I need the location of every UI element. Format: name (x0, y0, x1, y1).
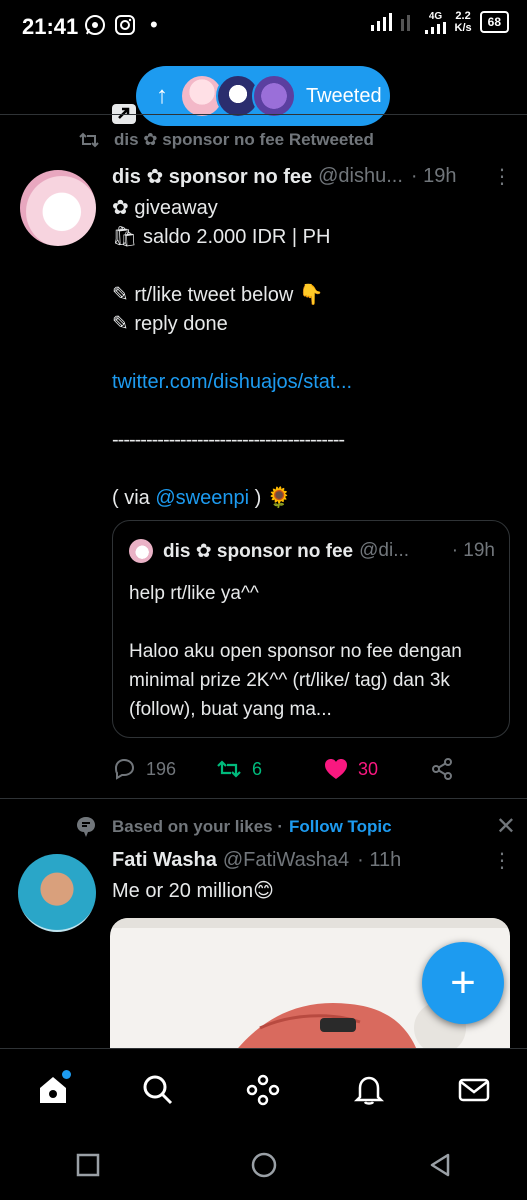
tweet-time[interactable]: · 11h (357, 849, 401, 872)
quote-line: help rt/like ya^^ (129, 583, 259, 604)
more-options-icon[interactable]: ⋮ (492, 164, 512, 189)
more-options-icon[interactable]: ⋮ (492, 848, 512, 873)
signal-icon (370, 13, 392, 31)
notifications-icon (353, 1076, 384, 1105)
quoted-tweet[interactable]: dis ✿ sponsor no fee @di... · 19h help r… (112, 520, 510, 738)
tweet-line: ✿ giveaway (112, 197, 218, 219)
reply-icon (114, 758, 135, 780)
via-suffix: ) 🌻 (249, 487, 292, 509)
author-avatar[interactable] (18, 854, 96, 932)
tweet-line: ✎ rt/like tweet below 👇 (112, 284, 324, 306)
like-button[interactable]: 30 (324, 758, 430, 780)
author-name[interactable]: dis ✿ sponsor no fee (112, 164, 312, 189)
pill-avatars (180, 74, 296, 118)
tweet-actions: 196 6 30 (112, 754, 512, 784)
via-line: ( via @sweenpi ) 🌻 (112, 484, 502, 513)
author-name[interactable]: Fati Washa (112, 849, 217, 872)
bottom-navigation (0, 1048, 527, 1131)
via-prefix: ( via (112, 487, 156, 509)
avatar (252, 74, 296, 118)
recents-icon[interactable] (74, 1151, 102, 1179)
separator-text: ----------------------------------------… (112, 429, 345, 451)
system-navigation (0, 1130, 527, 1200)
messages-icon (459, 1078, 490, 1102)
back-icon[interactable] (426, 1151, 454, 1179)
quote-time: · 19h (451, 540, 495, 561)
divider (0, 114, 527, 115)
tweet-line: ✎ reply done (112, 313, 228, 335)
search-icon (143, 1075, 173, 1105)
author-avatar[interactable] (20, 170, 96, 246)
share-icon (432, 758, 452, 780)
retweet-label: dis ✿ sponsor no fee Retweeted (114, 130, 374, 149)
spaces-icon (247, 1074, 280, 1106)
topic-icon (77, 816, 95, 837)
quote-author-handle: @di... (359, 540, 410, 561)
heart-icon (325, 759, 347, 779)
like-count: 30 (358, 758, 379, 779)
compose-tweet-button[interactable]: + (422, 942, 504, 1024)
tweet-text: Me or 20 million😊 (112, 880, 275, 902)
tweet-line (112, 339, 502, 368)
notification-dot (61, 1070, 71, 1079)
share-button[interactable] (430, 757, 454, 781)
tweet-line: 🛍 saldo 2.000 IDR | PH (112, 226, 331, 248)
quote-line: Haloo aku open sponsor no fee dengan min… (129, 641, 462, 720)
mention-link[interactable]: @sweenpi (155, 487, 249, 509)
author-handle[interactable]: @FatiWasha4 (223, 849, 349, 872)
quote-avatar (129, 539, 153, 563)
home-tab[interactable] (33, 1070, 73, 1110)
quote-author-name: dis ✿ sponsor no fee (163, 540, 354, 562)
tweet-header: dis ✿ sponsor no fee @dishu... · 19h ⋮ (112, 164, 512, 189)
tweet-line (112, 252, 502, 281)
author-handle[interactable]: @dishu... (318, 165, 403, 188)
search-tab[interactable] (138, 1070, 178, 1110)
follow-topic-link[interactable]: Follow Topic (289, 817, 392, 837)
notifications-tab[interactable] (349, 1070, 389, 1110)
divider (0, 798, 527, 799)
topic-label: Based on your likes · (112, 816, 283, 836)
retweet-icon (79, 132, 99, 148)
tweet-time[interactable]: · 19h (411, 165, 457, 188)
retweet-context[interactable]: dis ✿ sponsor no fee Retweeted (78, 130, 374, 150)
reply-count: 196 (146, 758, 177, 779)
arrow-up-icon: ↑ (156, 82, 168, 109)
quote-header: dis ✿ sponsor no fee @di... · 19h (129, 539, 495, 563)
retweet-icon (217, 760, 241, 778)
close-icon[interactable]: ✕ (496, 812, 516, 841)
plus-icon: + (450, 958, 476, 1007)
messages-tab[interactable] (454, 1070, 494, 1110)
topic-context: Based on your likes · Follow Topic ✕ (76, 812, 516, 841)
new-tweets-pill[interactable]: ↑ Tweeted (136, 66, 390, 126)
tweet-header: Fati Washa @FatiWasha4 · 11h ⋮ (112, 848, 512, 873)
spaces-tab[interactable] (243, 1070, 283, 1110)
pill-label: Tweeted (306, 84, 382, 107)
network-type: 4G (428, 10, 443, 22)
retweet-button[interactable]: 6 (216, 758, 324, 780)
tweet-link[interactable]: twitter.com/dishuajos/stat... (112, 368, 502, 397)
signal-icon-2 (400, 15, 410, 31)
tweet-text: ✿ giveaway 🛍 saldo 2.000 IDR | PH ✎ rt/l… (112, 194, 502, 513)
reply-button[interactable]: 196 (112, 757, 216, 781)
quote-text: help rt/like ya^^ Haloo aku open sponsor… (129, 579, 495, 724)
retweet-count: 6 (252, 758, 263, 779)
home-circle-icon[interactable] (249, 1150, 279, 1180)
